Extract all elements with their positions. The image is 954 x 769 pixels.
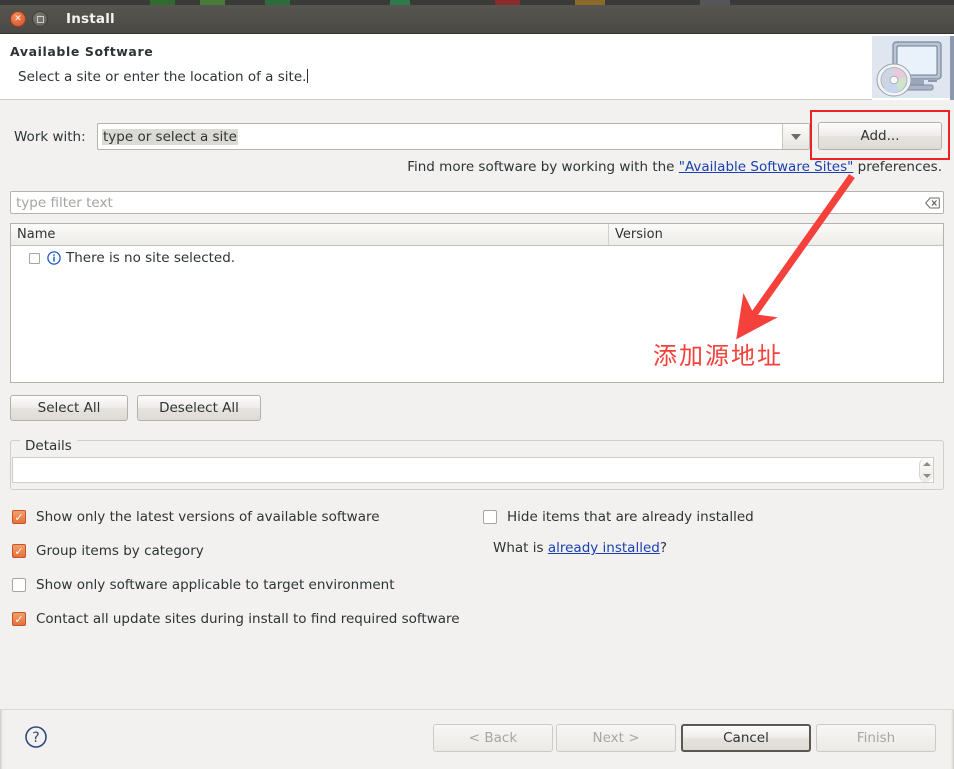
next-button[interactable]: Next > bbox=[556, 724, 676, 752]
already-installed-link[interactable]: already installed bbox=[548, 540, 660, 556]
what-is-suffix: ? bbox=[659, 540, 668, 556]
back-button[interactable]: < Back bbox=[433, 724, 553, 752]
annotation-note-text: 添加源地址 bbox=[653, 342, 783, 370]
spinner-updown-icon[interactable] bbox=[919, 458, 933, 482]
column-header-version[interactable]: Version bbox=[609, 224, 943, 245]
deselect-all-button[interactable]: Deselect All bbox=[137, 395, 261, 421]
work-with-combo[interactable]: type or select a site bbox=[97, 123, 810, 150]
filter-placeholder: type filter text bbox=[16, 194, 113, 211]
page-message-text: Select a site or enter the location of a… bbox=[18, 69, 307, 85]
find-more-software-text: Find more software by working with the "… bbox=[407, 159, 942, 175]
option-label: Group items by category bbox=[36, 543, 204, 559]
select-all-button[interactable]: Select All bbox=[10, 395, 128, 421]
column-header-name[interactable]: Name bbox=[11, 224, 609, 245]
cancel-button[interactable]: Cancel bbox=[681, 724, 811, 752]
checkbox-unchecked-icon[interactable] bbox=[12, 578, 26, 592]
table-cell-name[interactable]: There is no site selected. bbox=[11, 250, 609, 266]
clear-text-icon[interactable] bbox=[921, 197, 943, 209]
what-is-prefix: What is bbox=[493, 540, 548, 556]
work-with-input[interactable]: type or select a site bbox=[98, 124, 782, 149]
option-show-latest-versions[interactable]: ✓ Show only the latest versions of avail… bbox=[12, 509, 380, 525]
close-icon[interactable]: ✕ bbox=[10, 11, 26, 27]
checkbox-checked-icon[interactable]: ✓ bbox=[12, 612, 26, 626]
text-caret bbox=[307, 69, 309, 83]
page-title: Available Software bbox=[10, 44, 154, 59]
add-site-button[interactable]: Add... bbox=[818, 122, 942, 150]
details-content bbox=[12, 457, 934, 483]
install-dialog-window: ✕ Install Available Software Select a si… bbox=[0, 0, 954, 769]
work-with-label: Work with: bbox=[14, 129, 86, 145]
window-title: Install bbox=[66, 11, 115, 27]
option-label: Show only the latest versions of availab… bbox=[36, 509, 380, 525]
table-header-row: Name Version bbox=[11, 224, 943, 246]
footer-separator bbox=[0, 709, 954, 710]
find-more-suffix: preferences. bbox=[853, 159, 942, 175]
option-contact-all-update-sites[interactable]: ✓ Contact all update sites during instal… bbox=[12, 611, 460, 627]
option-label: Contact all update sites during install … bbox=[36, 611, 460, 627]
checkbox-checked-icon[interactable]: ✓ bbox=[12, 510, 26, 524]
checkbox-checked-icon[interactable]: ✓ bbox=[12, 544, 26, 558]
option-hide-already-installed[interactable]: Hide items that are already installed bbox=[483, 509, 754, 525]
option-group-by-category[interactable]: ✓ Group items by category bbox=[12, 543, 204, 559]
page-message: Select a site or enter the location of a… bbox=[18, 69, 309, 85]
finish-button[interactable]: Finish bbox=[816, 724, 936, 752]
row-checkbox[interactable] bbox=[29, 252, 40, 264]
work-with-value: type or select a site bbox=[102, 128, 238, 145]
software-table[interactable]: Name Version There is no site selected. bbox=[10, 223, 944, 383]
find-more-prefix: Find more software by working with the bbox=[407, 159, 679, 175]
filter-input[interactable]: type filter text bbox=[10, 191, 944, 214]
table-row-label: There is no site selected. bbox=[66, 250, 236, 266]
table-row[interactable]: There is no site selected. bbox=[11, 246, 943, 270]
svg-text:?: ? bbox=[32, 730, 39, 746]
info-icon bbox=[47, 251, 61, 265]
available-software-sites-link[interactable]: "Available Software Sites" bbox=[679, 159, 854, 175]
wizard-header: Available Software Select a site or ente… bbox=[0, 34, 954, 100]
maximize-icon[interactable] bbox=[32, 11, 48, 27]
what-is-already-installed: What is already installed? bbox=[493, 540, 667, 556]
help-question-icon[interactable]: ? bbox=[24, 725, 48, 749]
chevron-down-icon[interactable] bbox=[782, 124, 809, 149]
window-titlebar: ✕ Install bbox=[0, 5, 954, 34]
option-applicable-target-environment[interactable]: Show only software applicable to target … bbox=[12, 577, 395, 593]
details-label: Details bbox=[20, 438, 77, 454]
option-label: Show only software applicable to target … bbox=[36, 577, 395, 593]
install-monitor-disc-icon bbox=[872, 36, 954, 100]
option-label: Hide items that are already installed bbox=[507, 509, 754, 525]
checkbox-unchecked-icon[interactable] bbox=[483, 510, 497, 524]
